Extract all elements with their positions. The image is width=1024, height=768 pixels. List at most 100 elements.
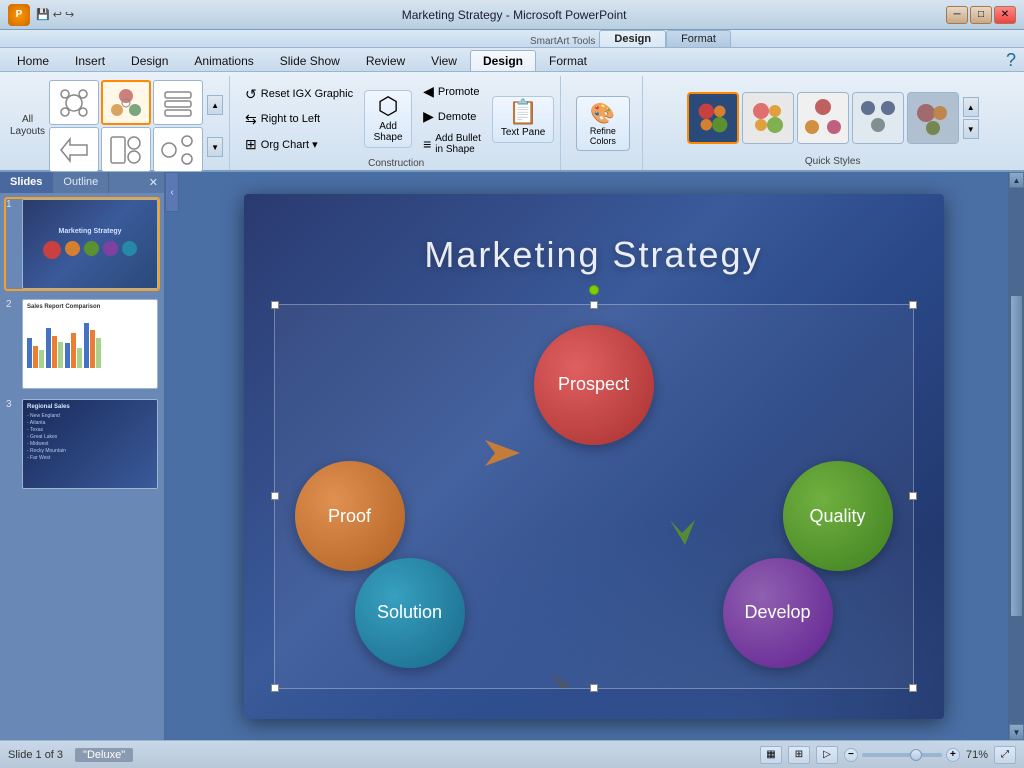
text-pane-label: Text Pane [501, 127, 545, 138]
smartart-design-tab[interactable]: Design [599, 30, 666, 47]
quality-circle[interactable]: Quality [783, 461, 893, 571]
construction-group-label: Construction [368, 158, 424, 172]
zoom-minus-button[interactable]: − [844, 748, 858, 762]
handle-mr [909, 492, 917, 500]
tab-home[interactable]: Home [4, 50, 62, 71]
slide-thumb-1[interactable]: 1 Marketing Strategy [4, 197, 160, 291]
minimize-button[interactable]: ─ [946, 6, 968, 24]
slide-preview-1: Marketing Strategy [22, 199, 158, 289]
scroll-up-button[interactable]: ▲ [1009, 172, 1024, 188]
smartart-container[interactable]: Prospect Proof Quality Develop Solution [274, 304, 914, 689]
refine-colors-button[interactable]: 🎨 RefineColors [576, 96, 630, 151]
help-icon[interactable]: ? [998, 50, 1024, 71]
ribbon-group-quick-styles: ▲ ▼ Quick Styles [645, 76, 1020, 170]
tab-smartart-design[interactable]: Design [470, 50, 536, 71]
layout-item-1[interactable] [49, 80, 99, 125]
smartart-tools-bar: SmartArt Tools Design Format [0, 30, 1024, 48]
slide-title[interactable]: Marketing Strategy [244, 234, 944, 276]
layout-item-4[interactable] [49, 127, 99, 172]
proof-circle[interactable]: Proof [295, 461, 405, 571]
slide-sorter-button[interactable]: ⊞ [788, 746, 810, 764]
refine-colors-icon: 🎨 [590, 101, 615, 126]
close-button[interactable]: ✕ [994, 6, 1016, 24]
add-bullet-button[interactable]: ≡ Add Bulletin Shape [416, 130, 488, 158]
title-text: Marketing Strategy - Microsoft PowerPoin… [82, 8, 946, 22]
handle-tc [590, 301, 598, 309]
outline-tab[interactable]: Outline [53, 172, 109, 193]
slide-panel: Slides Outline ✕ 1 Marketing Strategy [0, 172, 165, 740]
org-chart-button[interactable]: ⊞ Org Chart ▾ [238, 133, 360, 156]
zoom-thumb [910, 749, 922, 761]
quick-style-4[interactable] [852, 92, 904, 144]
quick-styles-scroll: ▲ ▼ [963, 97, 979, 139]
zoom-track[interactable] [862, 753, 942, 757]
quick-style-5[interactable] [907, 92, 959, 144]
tab-smartart-format[interactable]: Format [536, 50, 600, 71]
restore-button[interactable]: □ [970, 6, 992, 24]
preview-circle-solution [122, 241, 137, 256]
reset-icon: ↺ [245, 86, 257, 103]
slide-thumb-2[interactable]: 2 Sales Report Comparison [4, 297, 160, 391]
panel-close-button[interactable]: ✕ [143, 172, 164, 193]
promote-button[interactable]: ◀ Promote [416, 80, 488, 103]
quick-style-1[interactable] [687, 92, 739, 144]
preview-circle-proof [65, 241, 80, 256]
layout-grid [49, 80, 203, 172]
fit-window-button[interactable]: ⤢ [994, 746, 1016, 764]
org-icon: ⊞ [245, 136, 257, 153]
demote-button[interactable]: ▶ Demote [416, 105, 488, 128]
slides-tab[interactable]: Slides [0, 172, 53, 193]
tab-design[interactable]: Design [118, 50, 181, 71]
slide-canvas[interactable]: Marketing Strategy [244, 194, 944, 719]
normal-view-button[interactable]: ▦ [760, 746, 782, 764]
tab-slideshow[interactable]: Slide Show [267, 50, 353, 71]
tab-insert[interactable]: Insert [62, 50, 118, 71]
slideshow-view-button[interactable]: ▷ [816, 746, 838, 764]
panel-collapse-button[interactable]: ‹ [165, 172, 179, 212]
quick-style-3[interactable] [797, 92, 849, 144]
layout-item-6[interactable] [153, 127, 203, 172]
ribbon-tabs: Home Insert Design Animations Slide Show… [0, 48, 1024, 72]
quick-styles-scroll-expand[interactable]: ▼ [963, 119, 979, 139]
reset-igx-button[interactable]: ↺ Reset IGX Graphic [238, 83, 360, 106]
zoom-level: 71% [966, 749, 988, 761]
ribbon: All Layouts [0, 72, 1024, 172]
slide-thumb-3[interactable]: 3 Regional Sales - New England - Atlanta… [4, 397, 160, 491]
slide-preview-3: Regional Sales - New England - Atlanta -… [22, 399, 158, 489]
layout-item-2[interactable] [101, 80, 151, 125]
smartart-format-tab[interactable]: Format [666, 30, 731, 47]
quick-style-2[interactable] [742, 92, 794, 144]
quick-styles-scroll-up[interactable]: ▲ [963, 97, 979, 117]
handle-bl [271, 684, 279, 692]
layout-scroll-up[interactable]: ▲ [207, 95, 223, 115]
prospect-circle[interactable]: Prospect [534, 325, 654, 445]
theme-name[interactable]: "Deluxe" [75, 748, 133, 762]
text-pane-button[interactable]: 📋 Text Pane [492, 96, 554, 143]
scroll-down-button[interactable]: ▼ [1009, 724, 1024, 740]
panel-tabs: Slides Outline ✕ [0, 172, 164, 193]
handle-tl [271, 301, 279, 309]
solution-circle[interactable]: Solution [355, 558, 465, 668]
status-right: ▦ ⊞ ▷ − + 71% ⤢ [760, 746, 1016, 764]
add-shape-button[interactable]: ⬡ AddShape [364, 90, 412, 148]
layout-item-5[interactable] [101, 127, 151, 172]
app-icon: P [8, 4, 30, 26]
tab-animations[interactable]: Animations [181, 50, 266, 71]
quick-styles-content: ▲ ▼ [687, 80, 979, 156]
refine-colors-label: RefineColors [590, 126, 616, 146]
zoom-slider: − + [844, 748, 960, 762]
right-to-left-button[interactable]: ⇆ Right to Left [238, 108, 360, 131]
zoom-plus-button[interactable]: + [946, 748, 960, 762]
tab-view[interactable]: View [418, 50, 470, 71]
slide-num-2: 2 [6, 299, 18, 310]
develop-circle[interactable]: Develop [723, 558, 833, 668]
layout-scroll-down[interactable]: ▼ [207, 137, 223, 157]
rotate-handle[interactable] [589, 285, 599, 295]
ribbon-group-construction: ↺ Reset IGX Graphic ⇆ Right to Left ⊞ Or… [232, 76, 561, 170]
window-controls: ─ □ ✕ [946, 6, 1016, 24]
construction-right: ◀ Promote ▶ Demote ≡ Add Bulletin Shape [416, 80, 488, 158]
all-layouts-btn[interactable]: All Layouts [10, 114, 45, 138]
tab-review[interactable]: Review [353, 50, 418, 71]
layout-item-3[interactable] [153, 80, 203, 125]
scroll-thumb[interactable] [1010, 295, 1023, 617]
